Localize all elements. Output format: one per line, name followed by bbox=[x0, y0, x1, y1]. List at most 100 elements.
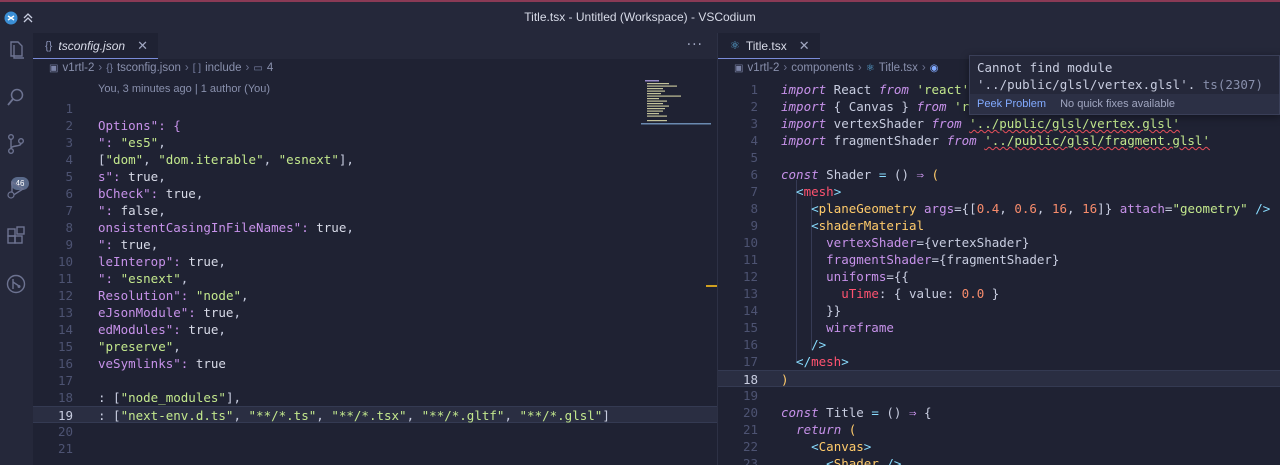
code-line[interactable]: 12 Resolution": "node", bbox=[33, 287, 717, 304]
code-token: from bbox=[931, 116, 962, 131]
code-line[interactable]: 5 bbox=[718, 149, 1280, 166]
code-line[interactable]: 20 bbox=[33, 423, 717, 440]
code-token: import bbox=[781, 133, 827, 148]
code-line[interactable]: 22 <Canvas> bbox=[718, 438, 1280, 455]
code-text: </mesh> bbox=[781, 353, 849, 370]
code-line[interactable]: 18: ["node_modules"], bbox=[33, 389, 717, 406]
code-line[interactable]: 16 veSymlinks": true bbox=[33, 355, 717, 372]
code-token: /> bbox=[781, 337, 827, 352]
git-graph-icon[interactable] bbox=[5, 273, 27, 295]
chevron-right-icon: › bbox=[857, 62, 862, 74]
breadcrumb-root[interactable]: v1rtl-2 bbox=[747, 62, 779, 74]
code-line[interactable]: 11 ": "esnext", bbox=[33, 270, 717, 287]
code-line[interactable]: 3 ": "es5", bbox=[33, 134, 717, 151]
code-line[interactable]: 8 onsistentCasingInFileNames": true, bbox=[33, 219, 717, 236]
code-line[interactable]: 3 import vertexShader from '../public/gls… bbox=[718, 115, 1280, 132]
code-line[interactable]: 11 fragmentShader={fragmentShader} bbox=[718, 251, 1280, 268]
code-line[interactable]: 17 bbox=[33, 372, 717, 389]
code-line[interactable]: 14 edModules": true, bbox=[33, 321, 717, 338]
code-token: () bbox=[878, 405, 909, 420]
code-line[interactable]: 15 "preserve", bbox=[33, 338, 717, 355]
code-text: /> bbox=[781, 336, 826, 353]
code-line[interactable]: 2 Options": { bbox=[33, 117, 717, 134]
code-token: < bbox=[781, 201, 819, 216]
close-icon[interactable]: ✕ bbox=[799, 38, 810, 54]
code-token: ": bbox=[98, 237, 121, 252]
code-token: ) bbox=[781, 372, 789, 387]
tab-tsconfig[interactable]: {} tsconfig.json ✕ bbox=[33, 33, 158, 59]
line-number: 22 bbox=[742, 439, 758, 454]
code-token: , bbox=[263, 152, 279, 167]
peek-problem-link[interactable]: Peek Problem bbox=[977, 98, 1046, 110]
breadcrumb-index[interactable]: 4 bbox=[267, 62, 273, 74]
code-line[interactable]: 14 }} bbox=[718, 302, 1280, 319]
code-line[interactable]: 1 bbox=[33, 100, 717, 117]
breadcrumb-root[interactable]: v1rtl-2 bbox=[62, 62, 94, 74]
code-token: : bbox=[946, 286, 962, 301]
code-line[interactable]: 13 uTime: { value: 0.0 } bbox=[718, 285, 1280, 302]
code-line[interactable]: 8 <planeGeometry args={[0.4, 0.6, 16, 16… bbox=[718, 200, 1280, 217]
breadcrumb-folder[interactable]: components bbox=[791, 62, 854, 74]
extensions-icon[interactable] bbox=[5, 226, 27, 248]
code-line[interactable]: 7 ": false, bbox=[33, 202, 717, 219]
left-code-area[interactable]: 1 2 Options": {3 ": "es5", 4 ["dom", "dom.ite… bbox=[33, 100, 717, 457]
code-text: fragmentShader={fragmentShader} bbox=[781, 251, 1059, 268]
line-number: 2 bbox=[65, 118, 73, 133]
code-line[interactable]: 21 return ( bbox=[718, 421, 1280, 438]
code-line[interactable]: 10 vertexShader={vertexShader} bbox=[718, 234, 1280, 251]
code-line[interactable]: 9 ": true, bbox=[33, 236, 717, 253]
breadcrumb-file[interactable]: Title.tsx bbox=[879, 62, 918, 74]
code-line[interactable]: 7 <mesh> bbox=[718, 183, 1280, 200]
breadcrumb-symbol[interactable]: include bbox=[205, 62, 241, 74]
code-line[interactable]: 10 leInterop": true, bbox=[33, 253, 717, 270]
code-line[interactable]: 4 ["dom", "dom.iterable", "esnext"], bbox=[33, 151, 717, 168]
code-token: /> bbox=[1247, 201, 1271, 216]
line-number: 11 bbox=[57, 271, 73, 286]
code-line[interactable]: 5 s": true, bbox=[33, 168, 717, 185]
more-actions-icon[interactable]: ··· bbox=[687, 37, 703, 53]
run-debug-icon[interactable] bbox=[5, 178, 27, 200]
code-token: React bbox=[826, 82, 879, 97]
code-line[interactable]: 6 const Shader = () ⇒ ( bbox=[718, 166, 1280, 183]
code-line[interactable]: 19 bbox=[718, 387, 1280, 404]
code-line[interactable]: 20 const Title = () ⇒ { bbox=[718, 404, 1280, 421]
code-line[interactable]: 19: ["next-env.d.ts", "**/*.ts", "**/*.t… bbox=[33, 406, 717, 423]
minimap[interactable] bbox=[641, 78, 711, 128]
code-token: "**/*.gltf" bbox=[421, 408, 505, 423]
code-token: Resolution": bbox=[98, 288, 196, 303]
code-token: Shader bbox=[833, 456, 879, 465]
code-line[interactable]: 17 </mesh> bbox=[718, 353, 1280, 370]
breadcrumb-file[interactable]: tsconfig.json bbox=[117, 62, 181, 74]
code-text: import React from 'react' bbox=[781, 81, 969, 98]
chevron-right-icon: › bbox=[98, 62, 103, 74]
scrollbar-marker[interactable] bbox=[706, 285, 717, 291]
right-code-area[interactable]: 1 import React from 'react' 2 import { Canv… bbox=[718, 81, 1280, 465]
folder-icon: ▣ bbox=[734, 63, 744, 74]
line-number: 13 bbox=[57, 305, 73, 320]
source-control-icon[interactable] bbox=[5, 133, 27, 155]
code-token: import bbox=[781, 116, 827, 131]
code-line[interactable]: 23 <Shader /> bbox=[718, 455, 1280, 465]
window-title: Title.tsx - Untitled (Workspace) - VSCod… bbox=[524, 10, 756, 24]
close-icon[interactable]: ✕ bbox=[137, 38, 148, 54]
code-token: , bbox=[346, 220, 354, 235]
code-token: }} bbox=[781, 303, 842, 318]
code-line[interactable]: 9 <shaderMaterial bbox=[718, 217, 1280, 234]
line-number: 20 bbox=[742, 405, 758, 420]
code-line[interactable]: 16 /> bbox=[718, 336, 1280, 353]
code-line[interactable]: 4 import fragmentShader from '../public/g… bbox=[718, 132, 1280, 149]
code-token: ={fragmentShader} bbox=[931, 252, 1060, 267]
tab-title-tsx[interactable]: ⚛ Title.tsx ✕ bbox=[718, 33, 820, 59]
code-line[interactable]: 12 uniforms={{ bbox=[718, 268, 1280, 285]
code-line[interactable]: 6 bCheck": true, bbox=[33, 185, 717, 202]
code-line[interactable]: 13 eJsonModule": true, bbox=[33, 304, 717, 321]
code-line[interactable]: 18) bbox=[718, 370, 1280, 387]
codelens-blame[interactable]: You, 3 minutes ago | 1 author (You) bbox=[98, 83, 270, 95]
code-token: < bbox=[781, 184, 804, 199]
code-line[interactable]: 15 wireframe bbox=[718, 319, 1280, 336]
search-icon[interactable] bbox=[5, 86, 27, 108]
code-line[interactable]: 21 bbox=[33, 440, 717, 457]
explorer-icon[interactable] bbox=[5, 39, 27, 61]
